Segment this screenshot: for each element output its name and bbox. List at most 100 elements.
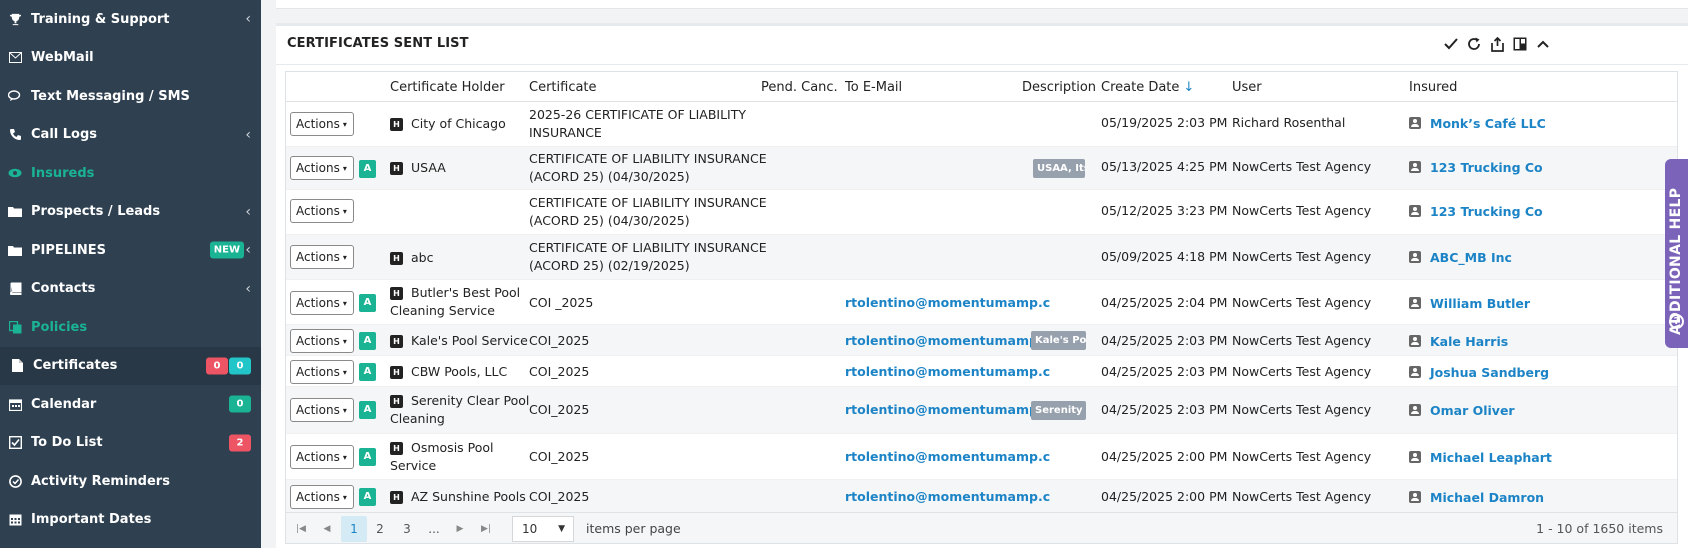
certificate-cell: CERTIFICATE OF LIABILITY INSURANCE (ACORD… [529, 239, 767, 275]
sidebar-item-certificates[interactable]: Certificates 0 0 [0, 346, 261, 385]
sidebar-item-text-messaging[interactable]: Text Messaging / SMS [0, 77, 261, 116]
sidebar-item-label: Prospects / Leads [31, 204, 161, 220]
table-row: Actions ▾ Habc CERTIFICATE OF LIABILITY I… [286, 235, 1677, 280]
page-more-button[interactable]: ... [421, 516, 447, 542]
user-card-icon [1409, 205, 1421, 217]
actions-dropdown[interactable]: Actions ▾ [290, 156, 354, 180]
actions-dropdown[interactable]: Actions ▾ [290, 199, 354, 223]
additional-help-tab[interactable]: ADDITIONAL HELP ? [1665, 159, 1688, 348]
sidebar-item-prospects-leads[interactable]: Prospects / Leads ‹ [0, 193, 261, 232]
certificate-line1: CERTIFICATE OF LIABILITY INSURANCE [529, 151, 767, 166]
first-page-icon[interactable]: |◀ [288, 516, 314, 542]
sidebar-item-todo-list[interactable]: To Do List 2 [0, 424, 261, 463]
layout-icon[interactable] [1512, 35, 1528, 53]
sidebar-item-label: WebMail [31, 50, 94, 66]
refresh-icon[interactable] [1466, 35, 1482, 53]
user-card-icon [1409, 366, 1421, 378]
insured-link[interactable]: 123 Trucking Co [1409, 203, 1543, 221]
sidebar-item-contacts[interactable]: Contacts ‹ [0, 270, 261, 309]
holder-h-icon: H [390, 335, 403, 348]
actions-dropdown[interactable]: Actions ▾ [290, 485, 354, 509]
sidebar-item-training-support[interactable]: Training & Support ‹ [0, 0, 261, 39]
header-to-email[interactable]: To E-Mail [845, 80, 902, 95]
export-icon[interactable] [1489, 35, 1505, 53]
page-1-button[interactable]: 1 [341, 516, 367, 542]
header-certificate-holder[interactable]: Certificate Holder [390, 80, 505, 95]
description-badge: Kale's Poo [1031, 331, 1086, 350]
table-row: Actions ▾ CERTIFICATE OF LIABILITY INSURA… [286, 190, 1677, 235]
insured-link[interactable]: William Butler [1409, 295, 1530, 313]
create-date-cell: 05/09/2025 4:18 PM [1101, 249, 1228, 264]
sidebar-item-activity-reminders[interactable]: Activity Reminders [0, 462, 261, 501]
insured-link[interactable]: Omar Oliver [1409, 402, 1515, 420]
last-page-icon[interactable]: ▶| [473, 516, 499, 542]
holder-name: Osmosis Pool [411, 440, 494, 455]
user-card-icon [1409, 297, 1421, 309]
actions-dropdown[interactable]: Actions ▾ [290, 360, 354, 384]
user-card-icon [1409, 335, 1421, 347]
header-pend-canc[interactable]: Pend. Canc. [761, 80, 838, 95]
certificate-cell: COI _2025 [529, 295, 594, 310]
collapse-icon[interactable] [1535, 35, 1551, 53]
page-size-select[interactable]: 10 ▼ [512, 516, 574, 542]
table-row: Actions ▾ A H CBW Pools, LLC COI_2025 rtol… [286, 356, 1677, 387]
holder-h-icon: H [390, 118, 403, 131]
sidebar-item-important-dates[interactable]: Important Dates [0, 501, 261, 540]
user-card-icon [1409, 404, 1421, 416]
insured-link[interactable]: Michael Leaphart [1409, 449, 1552, 467]
insured-link[interactable]: Michael Damron [1409, 489, 1544, 507]
insured-link[interactable]: Joshua Sandberg [1409, 364, 1549, 382]
sidebar-item-policies[interactable]: Policies [0, 308, 261, 347]
actions-label: Actions [296, 490, 340, 504]
next-page-icon[interactable]: ▶ [447, 516, 473, 542]
actions-dropdown[interactable]: Actions ▾ [290, 112, 354, 136]
check-icon[interactable] [1443, 35, 1459, 53]
header-insured[interactable]: Insured [1409, 80, 1457, 95]
calendar-grid-icon [8, 513, 22, 527]
insured-link[interactable]: Kale Harris [1409, 333, 1508, 351]
top-card [276, 0, 1688, 9]
email-link[interactable]: rtolentino@momentumamp.c [845, 401, 1050, 419]
prev-page-icon[interactable]: ◀ [314, 516, 340, 542]
page-3-button[interactable]: 3 [394, 516, 420, 542]
chevron-down-icon: ▾ [342, 336, 347, 346]
header-description[interactable]: Description [1022, 80, 1096, 95]
actions-dropdown[interactable]: Actions ▾ [290, 398, 354, 422]
certificate-cell: 2025-26 CERTIFICATE OF LIABILITY INSURANC… [529, 106, 746, 142]
email-link[interactable]: rtolentino@momentumamp.c [845, 363, 1050, 381]
actions-dropdown[interactable]: Actions ▾ [290, 329, 354, 353]
header-create-date[interactable]: Create Date ↓ [1101, 80, 1194, 95]
email-link[interactable]: rtolentino@momentumamp.c [845, 294, 1050, 312]
acord-badge: A [359, 363, 376, 381]
certificate-cell: COI_2025 [529, 402, 590, 417]
header-user[interactable]: User [1232, 80, 1262, 95]
create-date-cell: 04/25/2025 2:03 PM [1101, 333, 1228, 348]
sidebar-item-webmail[interactable]: WebMail [0, 39, 261, 78]
user-cell: NowCerts Test Agency [1232, 489, 1372, 504]
sidebar-item-pipelines[interactable]: PIPELINES NEW ‹ [0, 231, 261, 270]
header-certificate[interactable]: Certificate [529, 80, 597, 95]
sidebar-item-insureds[interactable]: Insureds [0, 154, 261, 193]
actions-dropdown[interactable]: Actions ▾ [290, 291, 354, 315]
insured-link[interactable]: ABC_MB Inc [1409, 249, 1512, 267]
email-link[interactable]: rtolentino@momentumamp.c [845, 488, 1050, 506]
chevron-left-icon: ‹ [245, 280, 251, 297]
holder-h-icon: H [390, 491, 403, 504]
actions-dropdown[interactable]: Actions ▾ [290, 245, 354, 269]
sidebar-item-call-logs[interactable]: Call Logs ‹ [0, 116, 261, 155]
actions-dropdown[interactable]: Actions ▾ [290, 445, 354, 469]
caret-down-icon: ▼ [558, 524, 565, 534]
sidebar-item-calendar[interactable]: Calendar 0 [0, 385, 261, 424]
actions-label: Actions [296, 365, 340, 379]
holder-h-icon: H [390, 162, 403, 175]
user-cell: NowCerts Test Agency [1232, 295, 1372, 310]
chevron-left-icon: ‹ [245, 126, 251, 143]
insured-link[interactable]: Monk’s Café LLC [1409, 115, 1546, 133]
user-card-icon [1409, 491, 1421, 503]
email-link[interactable]: rtolentino@momentumamp.c [845, 332, 1050, 350]
insured-link[interactable]: 123 Trucking Co [1409, 159, 1543, 177]
email-link[interactable]: rtolentino@momentumamp.c [845, 448, 1050, 466]
sidebar-item-label: Certificates [33, 358, 118, 374]
page-2-button[interactable]: 2 [367, 516, 393, 542]
user-cell: NowCerts Test Agency [1232, 402, 1372, 417]
